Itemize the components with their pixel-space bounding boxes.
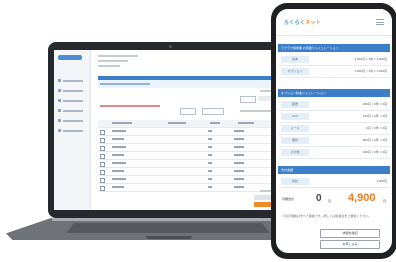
breadcrumb xyxy=(98,55,138,57)
price-row: 基本 2,000円 × 1件 = 2,000円 xyxy=(278,54,390,66)
row-label: 郵送 xyxy=(281,101,309,108)
row-label: FAX xyxy=(281,113,309,120)
section-header: 合計金額 xyxy=(278,166,390,174)
row-label: 合計 xyxy=(281,178,309,185)
sidebar-item[interactable] xyxy=(58,92,83,103)
camera-icon xyxy=(169,45,172,48)
laptop-frame xyxy=(48,42,294,218)
row-checkbox[interactable] xyxy=(100,170,105,175)
table-row[interactable] xyxy=(98,152,284,160)
yen-unit: 円 xyxy=(383,199,387,203)
row-value: 1,900円 xyxy=(376,179,387,183)
sidebar-item[interactable] xyxy=(58,72,83,83)
table-row[interactable] xyxy=(98,144,284,152)
sidebar xyxy=(54,50,91,210)
row-value: 2,000円 × 1件 = 2,000円 xyxy=(354,57,387,61)
total-zero: 0 xyxy=(316,193,322,204)
table-row[interactable] xyxy=(98,184,284,192)
data-table xyxy=(98,120,284,192)
price-row: FAX 100円 × 0件 = 0円 xyxy=(278,111,390,123)
price-row: その他 300円 × 0件 = 0円 xyxy=(278,147,390,159)
row-value: 500円 × 0件 = 0円 xyxy=(362,138,387,142)
laptop-screen xyxy=(54,50,288,210)
yen-unit: 円 xyxy=(328,199,332,203)
row-checkbox[interactable] xyxy=(100,186,105,191)
laptop-notch xyxy=(146,236,192,239)
table-header xyxy=(98,120,284,128)
laptop-hinge xyxy=(52,218,282,221)
sidebar-item[interactable] xyxy=(58,112,83,123)
sidebar-item[interactable] xyxy=(58,102,83,113)
row-value: 100円 × 0件 = 0円 xyxy=(362,114,387,118)
price-row: メール 0円 × 0件 = 0円 xyxy=(278,123,390,135)
row-checkbox[interactable] xyxy=(100,146,105,151)
app-logo: らくらくネット xyxy=(284,20,322,26)
page-subtitle xyxy=(98,65,120,67)
price-row: オプション 1,000円 × 1件 = 1,000円 xyxy=(278,66,390,78)
row-checkbox[interactable] xyxy=(100,178,105,183)
row-checkbox[interactable] xyxy=(100,138,105,143)
price-note: ※表示価格はすべて税抜です。詳しくは料金表をご確認ください。 xyxy=(282,214,372,218)
keyboard-area xyxy=(66,223,270,233)
row-value: 1,000円 × 1件 = 1,000円 xyxy=(354,69,387,73)
main-content xyxy=(90,50,288,210)
phone-screen: らくらくネット ラクラク請求書 お見積りシミュレーション 基本 2,000円 ×… xyxy=(276,9,392,253)
row-label: 保管 xyxy=(281,137,309,144)
price-row: 保管 500円 × 0件 = 0円 xyxy=(278,135,390,147)
apply-button[interactable]: お申し込み xyxy=(320,240,380,249)
details-button[interactable]: 詳細を確認 xyxy=(320,229,380,238)
table-row[interactable] xyxy=(98,176,284,184)
price-row: 合計 1,900円 xyxy=(278,176,390,188)
phone-frame: らくらくネット ラクラク請求書 お見積りシミュレーション 基本 2,000円 ×… xyxy=(271,3,396,259)
row-label: メール xyxy=(281,125,309,132)
total-summary: 月額合計 0 円 4,900 円 xyxy=(278,189,390,209)
price-row: 郵送 200円 × 0件 = 0円 xyxy=(278,99,390,111)
row-value: 0円 × 0件 = 0円 xyxy=(366,126,387,130)
total-amount: 4,900 xyxy=(348,192,376,204)
row-label: 基本 xyxy=(281,56,309,63)
row-label: その他 xyxy=(281,149,309,156)
sort-select[interactable] xyxy=(202,108,224,115)
sidebar-item[interactable] xyxy=(58,122,83,133)
section-header: ラクラク請求書 お見積りシミュレーション xyxy=(278,44,390,52)
row-value: 300円 × 0件 = 0円 xyxy=(362,150,387,154)
app-logo xyxy=(58,55,82,60)
phone-header: らくらくネット xyxy=(276,9,392,36)
page-subtitle xyxy=(98,60,128,62)
filter-select[interactable] xyxy=(240,96,256,103)
total-label: 月額合計 xyxy=(282,197,295,201)
page-select[interactable] xyxy=(180,108,196,115)
sidebar-item[interactable] xyxy=(58,82,83,93)
table-row[interactable] xyxy=(98,128,284,136)
row-value: 200円 × 0件 = 0円 xyxy=(362,102,387,106)
table-row[interactable] xyxy=(98,168,284,176)
table-row[interactable] xyxy=(98,160,284,168)
row-checkbox[interactable] xyxy=(100,130,105,135)
table-row[interactable] xyxy=(98,136,284,144)
panel-text xyxy=(100,83,150,85)
row-checkbox[interactable] xyxy=(100,162,105,167)
section-header: オプション料金シミュレーション xyxy=(278,89,390,97)
notice-link[interactable] xyxy=(100,105,160,107)
row-checkbox[interactable] xyxy=(100,154,105,159)
row-label: オプション xyxy=(281,68,309,75)
hamburger-menu-icon[interactable] xyxy=(376,19,384,25)
gear-icon xyxy=(58,129,61,133)
